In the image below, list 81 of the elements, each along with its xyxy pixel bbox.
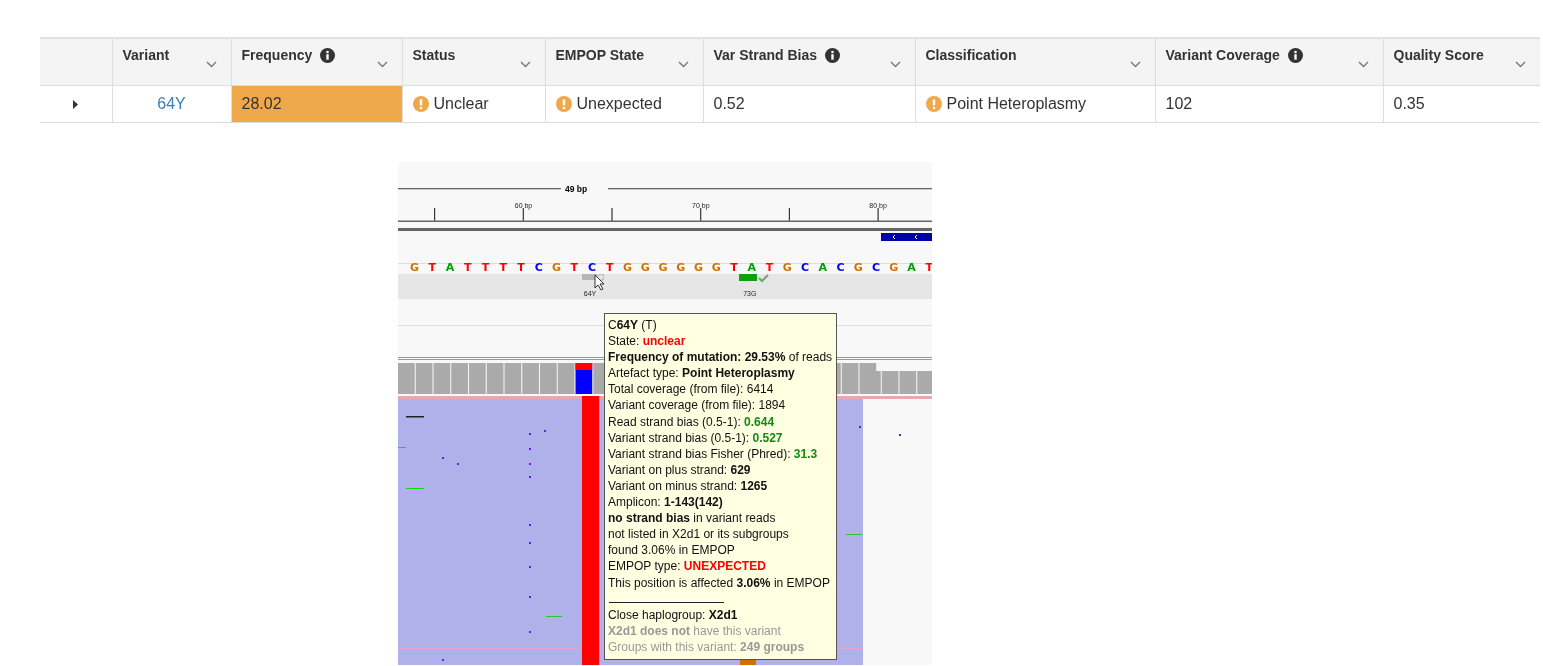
base-letter: G [782, 261, 792, 274]
chevron-icon[interactable] [205, 61, 217, 68]
base-letter: A [445, 261, 455, 274]
base-letter: T [517, 261, 525, 274]
tooltip-line: not listed in X2d1 or its subgroups [608, 526, 790, 543]
column-header[interactable]: Var Strand Bias [713, 47, 817, 63]
base-letter: G [552, 261, 561, 274]
base-letter: C [534, 261, 543, 274]
base-letter: T [606, 261, 614, 274]
base-letter: T [428, 261, 436, 274]
column-header[interactable]: Quality Score [1393, 47, 1484, 63]
table-cell: Point Heteroplasmy [946, 95, 1087, 113]
tooltip-line: Artefact type: Point Heteroplasmy [608, 365, 796, 382]
info-icon[interactable] [320, 47, 336, 63]
table-cell: Unclear [433, 95, 489, 113]
expand-icon[interactable] [71, 100, 81, 109]
base-letter: C [800, 261, 810, 274]
tooltip-line: Amplicon: 1-143(142) [608, 494, 724, 511]
tooltip-line: Variant strand bias Fisher (Phred): 31.3 [608, 445, 819, 462]
table-cell: Unexpected [576, 95, 662, 113]
base-letter: T [464, 261, 472, 274]
base-letter: T [481, 261, 490, 274]
column-header[interactable]: Status [412, 47, 456, 63]
tooltip-line: Total coverage (from file): 6414 [608, 381, 775, 398]
column-header[interactable]: Classification [925, 47, 1017, 63]
tooltip-line: Variant on plus strand: 629 [608, 461, 752, 478]
chevron-icon[interactable] [1515, 61, 1526, 68]
base-letter: G [676, 261, 686, 274]
tooltip-line: X2d1 does not have this variant [608, 622, 782, 639]
warning-icon [555, 96, 572, 112]
base-letter: G [640, 261, 650, 274]
base-letter: T [570, 261, 578, 274]
column-header[interactable]: Variant Coverage [1165, 47, 1280, 63]
base-letter: A [818, 261, 827, 274]
column-header[interactable]: EMPOP State [555, 47, 644, 63]
chevron-icon[interactable] [376, 61, 388, 68]
base-letter: G [658, 261, 668, 274]
column-header[interactable]: Variant [122, 47, 170, 63]
base-letter: G [623, 261, 632, 274]
tooltip-line: Groups with this variant: 249 groups [608, 638, 806, 655]
variant-link[interactable]: 64Y [157, 95, 186, 113]
table-cell: 102 [1155, 85, 1383, 123]
warning-icon [412, 96, 429, 112]
column-header[interactable]: Frequency [241, 47, 313, 63]
info-icon[interactable] [825, 47, 840, 63]
tooltip-line: EMPOP type: UNEXPECTED [608, 558, 767, 575]
table-cell: 28.02 [231, 85, 402, 123]
tooltip-line: Variant strand bias (0.5-1): 0.527 [608, 429, 784, 446]
tooltip-line: Close haplogroup: X2d1 [608, 606, 739, 623]
chevron-icon[interactable] [677, 61, 689, 68]
chevron-icon[interactable] [1129, 61, 1141, 68]
tooltip-line: Variant coverage (from file): 1894 [608, 397, 787, 414]
chevron-icon[interactable] [889, 61, 901, 68]
base-letter: G [853, 261, 863, 274]
base-letter: T [730, 261, 738, 274]
base-letter: C [587, 261, 597, 274]
base-letter: C [836, 261, 845, 274]
tooltip-line: State: unclear [608, 333, 687, 350]
chevron-icon[interactable] [1357, 61, 1369, 68]
base-letter: T [499, 261, 507, 274]
base-letter: A [747, 261, 756, 274]
base-letter: A [907, 261, 916, 274]
base-letter: T [765, 261, 774, 274]
warning-icon [925, 96, 942, 112]
table-cell: 0.35 [1383, 85, 1540, 123]
tooltip-line: This position is affected 3.06% in EMPOP [608, 574, 831, 591]
tooltip-line: found 3.06% in EMPOP [608, 542, 736, 559]
info-icon[interactable] [1287, 47, 1303, 63]
tooltip-line: Variant on minus strand: 1265 [608, 477, 769, 495]
base-letter: G [410, 261, 419, 274]
base-letter: C [871, 261, 881, 274]
tooltip-line: no strand bias in variant reads [608, 510, 777, 527]
tooltip-line: C64Y (T) [608, 317, 658, 334]
chevron-icon[interactable] [519, 61, 531, 68]
base-letter: G [711, 261, 721, 274]
tooltip-line: Read strand bias (0.5-1): 0.644 [608, 413, 776, 430]
tooltip-line: Frequency of mutation: 29.53% of reads [608, 349, 833, 366]
base-letter: G [889, 261, 899, 274]
table-cell: 0.52 [703, 85, 915, 123]
base-letter: G [694, 261, 703, 274]
variant-marker[interactable] [738, 274, 769, 283]
